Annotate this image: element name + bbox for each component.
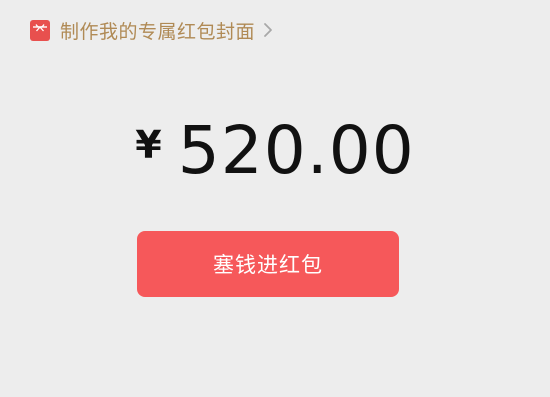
stuff-money-button[interactable]: 塞钱进红包 [137, 231, 399, 297]
amount-value: 520.00 [177, 112, 415, 189]
chevron-right-icon [263, 22, 273, 38]
make-cover-link[interactable]: 制作我的专属红包封面 [30, 16, 273, 44]
amount-display: ¥ 520.00 [0, 118, 550, 188]
currency-symbol: ¥ [135, 123, 162, 167]
red-envelope-icon [30, 19, 50, 41]
make-cover-label: 制作我的专属红包封面 [60, 20, 256, 43]
